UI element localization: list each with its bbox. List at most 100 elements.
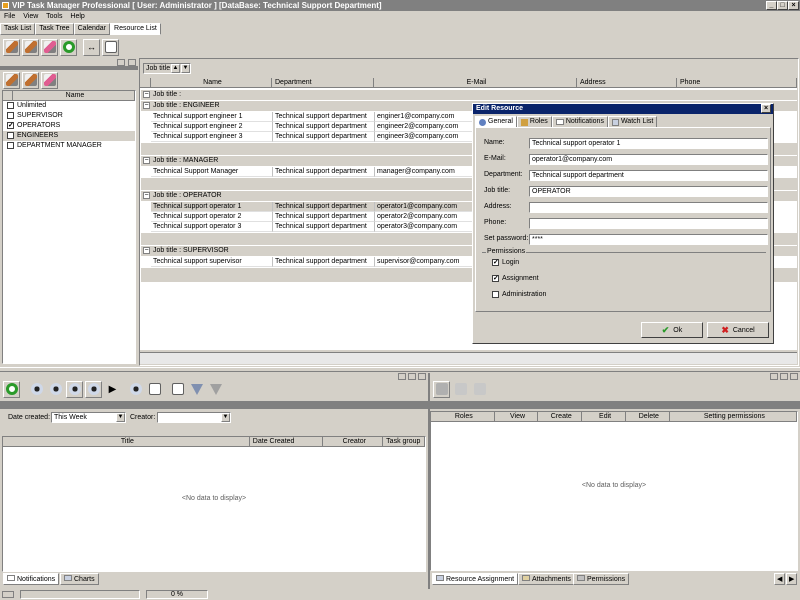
scroll-left-button[interactable]: ◀	[774, 573, 786, 585]
column-date-created[interactable]: Date Created	[249, 437, 324, 447]
phone-field[interactable]	[529, 218, 768, 229]
address-field[interactable]	[529, 202, 768, 213]
collapse-icon[interactable]: −	[143, 246, 150, 254]
password-field[interactable]: ****	[529, 234, 768, 245]
permission-assignment[interactable]: ✓ Assignment	[486, 274, 539, 284]
add-resource-button[interactable]	[3, 38, 20, 56]
column-view[interactable]: View	[494, 412, 539, 422]
panel-restore-icon[interactable]	[780, 373, 788, 380]
job-title-field[interactable]: OPERATOR	[529, 186, 768, 197]
column-task-group[interactable]: Task group	[383, 437, 425, 447]
edit-resource-button[interactable]	[22, 38, 39, 56]
panel-close-icon[interactable]	[418, 373, 426, 380]
tab-task-tree[interactable]: Task Tree	[35, 23, 74, 35]
group-header-root[interactable]: − Job title :	[141, 90, 797, 100]
column-delete[interactable]: Delete	[625, 412, 670, 422]
groups-name-header[interactable]: Name	[13, 91, 135, 101]
refresh-tasks-button[interactable]	[3, 380, 20, 398]
login-checkbox[interactable]: ✓	[492, 258, 499, 266]
assignment-checkbox[interactable]: ✓	[492, 274, 499, 282]
collapse-icon[interactable]: −	[143, 101, 150, 109]
fit-columns-button[interactable]: ↔	[83, 38, 100, 56]
table-row[interactable]: Technical support supervisor Technical su…	[151, 257, 475, 267]
creator-select[interactable]: ▼	[157, 412, 231, 423]
menu-help[interactable]: Help	[70, 13, 84, 20]
column-address[interactable]: Address	[577, 78, 677, 88]
column-creator[interactable]: Creator	[323, 437, 384, 447]
collapse-icon[interactable]: −	[143, 156, 150, 164]
menu-tools[interactable]: Tools	[46, 13, 62, 20]
columns-button[interactable]	[146, 381, 163, 398]
group-item-operators[interactable]: ✓ OPERATORS	[3, 121, 135, 131]
column-edit[interactable]: Edit	[582, 412, 626, 422]
group-checkbox[interactable]	[7, 101, 14, 109]
collapse-icon[interactable]: −	[143, 191, 150, 199]
tab-task-list[interactable]: Task List	[0, 23, 36, 35]
cancel-button[interactable]: ✖ Cancel	[707, 322, 769, 338]
grid-horizontal-scrollbar[interactable]	[140, 352, 797, 364]
layout-button[interactable]	[169, 381, 186, 398]
filter-button[interactable]	[188, 381, 205, 398]
email-field[interactable]: operator1@company.com	[529, 154, 768, 165]
name-field[interactable]: Technical support operator 1	[529, 138, 768, 149]
table-row[interactable]: Technical Support Manager Technical suppo…	[151, 167, 475, 177]
group-item-unlimited[interactable]: Unlimited	[3, 101, 135, 111]
add-group-button[interactable]	[3, 71, 20, 89]
column-department[interactable]: Department	[272, 78, 374, 88]
view-task2-button[interactable]	[47, 381, 64, 398]
table-row[interactable]: Technical support operator 3 Technical su…	[151, 222, 475, 232]
panel-close-icon[interactable]	[128, 59, 136, 66]
tab-calendar[interactable]: Calendar	[73, 23, 111, 35]
administration-checkbox[interactable]	[492, 290, 499, 298]
tab-notifications[interactable]: Notifications	[3, 573, 60, 585]
dialog-close-button[interactable]: ×	[761, 104, 771, 113]
delete-resource-button[interactable]	[41, 38, 58, 56]
panel-pin-icon[interactable]	[770, 373, 778, 380]
collapse-icon[interactable]: −	[143, 90, 150, 98]
group-item-supervisor[interactable]: SUPERVISOR	[3, 111, 135, 121]
table-row[interactable]: Technical support engineer 3 Technical su…	[151, 132, 475, 142]
show-tasks-button[interactable]	[85, 380, 102, 398]
group-item-engineers[interactable]: ENGINEERS	[3, 131, 135, 141]
close-button[interactable]: ×	[788, 1, 799, 10]
tab-permissions[interactable]: Permissions	[573, 573, 630, 585]
scroll-right-button[interactable]: ▶	[786, 573, 798, 585]
tab-resource-assignment[interactable]: Resource Assignment	[432, 573, 519, 585]
delete-group-button[interactable]	[41, 71, 58, 89]
minimize-button[interactable]: _	[766, 1, 777, 10]
tab-charts[interactable]: Charts	[60, 573, 99, 585]
horizontal-splitter[interactable]	[0, 367, 800, 372]
tab-resource-list[interactable]: Resource List	[110, 23, 161, 35]
clear-filter-button[interactable]	[207, 381, 224, 398]
add-permission-button[interactable]	[433, 380, 450, 398]
column-phone[interactable]: Phone	[677, 78, 797, 88]
permission-login[interactable]: ✓ Login	[486, 258, 519, 268]
hide-tasks-button[interactable]	[66, 380, 83, 398]
edit-permission-button[interactable]	[452, 381, 469, 398]
group-checkbox-checked[interactable]: ✓	[7, 121, 14, 129]
table-row[interactable]: Technical support engineer 1 Technical su…	[151, 112, 475, 122]
permission-administration[interactable]: Administration	[486, 290, 546, 300]
forward-button[interactable]: ▶	[104, 381, 121, 398]
maximize-button[interactable]: □	[777, 1, 788, 10]
watch-button[interactable]	[127, 381, 144, 398]
table-row[interactable]: Technical support engineer 2 Technical su…	[151, 122, 475, 132]
refresh-button[interactable]	[60, 38, 77, 56]
column-setting-permissions[interactable]: Setting permissions	[669, 412, 797, 422]
date-created-select[interactable]: This Week ▼	[51, 412, 126, 423]
column-title[interactable]: Title	[3, 437, 250, 447]
panel-pin-icon[interactable]	[117, 59, 125, 66]
column-roles[interactable]: Roles	[431, 412, 495, 422]
column-create[interactable]: Create	[538, 412, 583, 422]
ok-button[interactable]: ✔ Ok	[641, 322, 703, 338]
group-checkbox[interactable]	[7, 111, 14, 119]
table-row-selected[interactable]: Technical support operator 1 Technical su…	[151, 202, 475, 212]
delete-permission-button[interactable]	[471, 381, 488, 398]
group-item-department-manager[interactable]: DEPARTMENT MANAGER	[3, 141, 135, 151]
edit-group-button[interactable]	[22, 71, 39, 89]
group-by-chip[interactable]: Job title ▲ ▼	[143, 63, 191, 74]
print-button[interactable]	[102, 38, 119, 56]
tab-attachments[interactable]: Attachments	[518, 573, 575, 585]
column-email[interactable]: E-Mail	[374, 78, 577, 88]
department-field[interactable]: Technical support department	[529, 170, 768, 181]
